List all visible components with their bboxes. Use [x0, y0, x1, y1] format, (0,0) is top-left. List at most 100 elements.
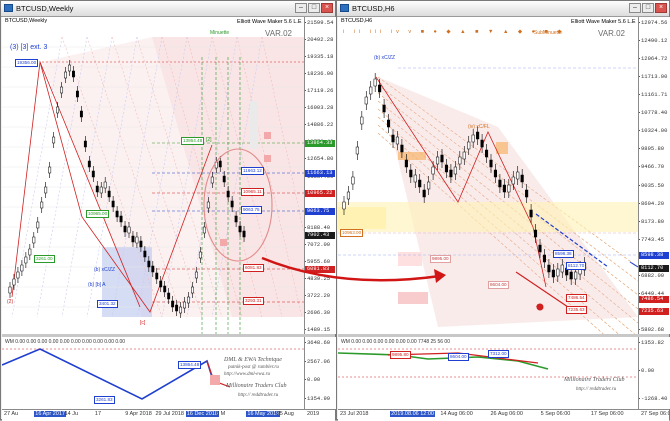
candle-body — [449, 169, 453, 178]
candle-body — [444, 164, 449, 173]
wave-label: 4 — [536, 304, 539, 310]
time-tick: 29 Jul 2018 — [155, 411, 184, 417]
candle-body — [226, 190, 230, 198]
price-tick: 10324.00 — [639, 127, 668, 135]
candle-body — [179, 306, 183, 314]
candle-body — [569, 271, 573, 280]
candle-body — [364, 96, 368, 105]
candle-body — [351, 176, 355, 185]
candle-body — [167, 292, 171, 300]
candle-body — [378, 84, 382, 93]
candle-body — [202, 226, 206, 234]
candle-body — [542, 254, 547, 263]
candle-body — [40, 201, 44, 209]
candle-body — [413, 174, 417, 183]
price-tick: 9895.80 — [639, 145, 665, 153]
price-tick: 11713.00 — [639, 73, 668, 81]
candle-body — [16, 271, 20, 279]
time-tick: 25 Aug — [276, 411, 294, 417]
candle-body — [489, 159, 493, 168]
price-tick: 4839.25 — [305, 274, 331, 282]
candle-body — [440, 154, 444, 163]
price-axis[interactable]: 21599.54 20492.28 19335.18 18236.00 17119.26… — [304, 17, 336, 334]
indicator-axis[interactable]: 1353.82 0.00 -1268.40 — [638, 337, 670, 409]
candle-body — [551, 269, 555, 278]
version-label: VAR.02 — [265, 29, 292, 38]
chart-window-weekly[interactable]: BTCUSD,Weekly – □ × BTCUSD,Weekly Elliot… — [0, 0, 336, 421]
candle-body — [222, 175, 226, 183]
time-tick: 17 Sep 06:00 — [590, 411, 624, 417]
price-box: 13864.48 — [178, 361, 202, 369]
window-titlebar[interactable]: BTCUSD,Weekly – □ × — [1, 1, 335, 17]
candle-body — [48, 166, 52, 174]
indicator-subwindow[interactable]: WM 0.00 0.00 0.00 0.00 0.00 0.00 0.00 0.… — [2, 337, 304, 409]
time-tick: 14 Aug 06:00 — [440, 411, 473, 417]
candle-body — [382, 104, 386, 113]
time-tick: 14 Ju — [64, 411, 79, 417]
target-box — [264, 155, 271, 162]
price-box: 13864.48 — [181, 137, 205, 145]
price-tick: 5955.60 — [305, 257, 331, 265]
wave-degree-label: Minuette — [210, 30, 230, 36]
chart-window-icon — [4, 4, 13, 12]
candle-body — [123, 225, 127, 233]
minimize-button[interactable]: – — [295, 3, 307, 13]
price-tick: 10778.40 — [639, 109, 668, 117]
price-box: 8112.70 — [566, 262, 587, 270]
price-box: 3261.83 — [94, 396, 115, 404]
candle-body — [87, 160, 91, 168]
price-tick: 3648.60 — [305, 339, 331, 346]
brand-text: Millionaire Traders Club — [226, 383, 287, 389]
chart-window-h6[interactable]: BTCUSD,H6 – □ × BTCUSD,H6 Elliott Wave M… — [336, 0, 670, 421]
time-axis[interactable]: 27 Au 16 Apr 2017 14 Ju 17 9 Apr 2018 29 Jul … — [2, 409, 335, 421]
price-tick: -1268.40 — [639, 395, 668, 402]
candle-body — [163, 285, 167, 293]
price-tick: 8173.80 — [639, 217, 665, 225]
wave-indicator-line — [338, 352, 549, 370]
close-button[interactable]: × — [321, 3, 333, 13]
candle-body — [143, 250, 147, 258]
price-box: 10965.00 — [86, 210, 110, 218]
price-chart-weekly[interactable]: BTCUSD,Weekly Elliott Wave Maker 5.6 L.E… — [2, 17, 304, 334]
price-zone — [398, 292, 428, 304]
minimize-button[interactable]: – — [629, 3, 641, 13]
candle-body — [68, 64, 71, 72]
candle-body — [560, 264, 564, 273]
candle-body — [127, 226, 131, 234]
price-box: 8604.00 — [448, 353, 469, 361]
price-tick: 12490.12 — [639, 37, 668, 45]
candle-body — [427, 181, 431, 190]
candle-body — [453, 166, 457, 175]
time-tick: 2019 — [307, 411, 320, 417]
indicator-name: Elliott Wave Maker 5.6 L.E — [237, 19, 302, 25]
candle-body — [507, 184, 511, 193]
candle-body — [533, 229, 538, 238]
candle-body — [131, 235, 135, 243]
indicator-subwindow[interactable]: WM 0.00 0.00 0.00 0.00 0.00 0.00 7748 25… — [338, 337, 638, 409]
candle-body — [28, 248, 32, 256]
price-tick: 8188.40 — [305, 223, 331, 231]
price-box: 9063.75 — [241, 206, 262, 214]
window-titlebar[interactable]: BTCUSD,H6 – □ × — [337, 1, 669, 17]
chart-window-icon — [340, 4, 349, 12]
price-chart-h6[interactable]: BTCUSD,H6 Elliott Wave Maker 5.6 L.E VAR… — [338, 17, 638, 334]
target-box — [210, 375, 220, 385]
candle-body — [8, 286, 12, 294]
price-tick: 2567.06 — [305, 357, 331, 365]
close-button[interactable]: × — [655, 3, 667, 13]
indicator-values: WM 0.00 0.00 0.00 0.00 0.00 0.00 0.00 0.… — [5, 339, 126, 345]
candle-body — [556, 268, 560, 277]
maximize-button[interactable]: □ — [308, 3, 320, 13]
maximize-button[interactable]: □ — [642, 3, 654, 13]
time-axis[interactable]: 23 Jul 2018 2019.08.06 12:00 14 Aug 06:00 2… — [338, 409, 669, 421]
indicator-axis[interactable]: 3648.60 2567.06 0.00 1354.99 — [304, 337, 336, 409]
price-axis[interactable]: 12974.56 12490.12 12064.72 11713.00 11161.71… — [638, 17, 670, 334]
price-tick: 11161.71 — [639, 91, 668, 99]
time-tick: 27 Au — [4, 411, 19, 417]
candle-body — [386, 119, 391, 128]
price-tag: 10965.22 — [305, 190, 335, 197]
price-tick: 12654.80 — [305, 155, 334, 163]
current-price-tag: 8112.70 — [639, 265, 669, 272]
price-box: 11663.12 — [241, 167, 264, 175]
candle-body — [191, 286, 194, 294]
